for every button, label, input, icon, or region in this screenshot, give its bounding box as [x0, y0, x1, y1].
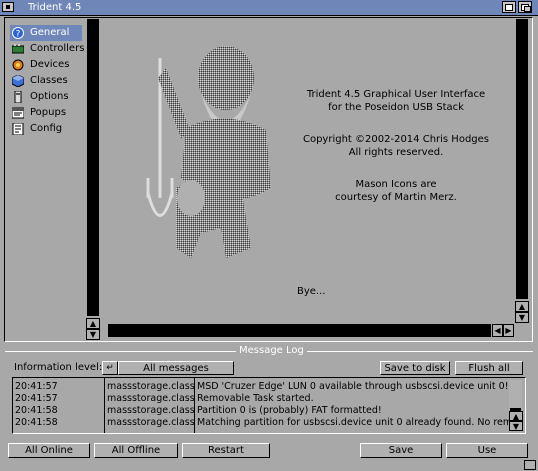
sidebar-item-label: Controllers: [30, 43, 85, 54]
list-item[interactable]: 20:41:57 massstorage.class MSD 'Cruzer E…: [13, 381, 509, 393]
config-icon: [12, 122, 24, 136]
log-message: MSD 'Cruzer Edge' LUN 0 available throug…: [197, 381, 509, 392]
svg-text:?: ?: [16, 30, 21, 40]
about-line-3: Copyright ©2002-2014 Chris Hodges: [302, 134, 490, 145]
message-log-title: Message Log: [236, 345, 307, 356]
poseidon-statue-image: [146, 46, 271, 258]
save-to-disk-button[interactable]: Save to disk: [380, 361, 450, 375]
sidebar: ? General Controllers Devices Classes Op…: [8, 23, 84, 138]
devices-icon: [12, 59, 24, 71]
all-online-button[interactable]: All Online: [8, 443, 90, 458]
log-time: 20:41:58: [15, 405, 58, 416]
scroll-down-icon[interactable]: ▼: [515, 312, 529, 323]
about-line-1: Trident 4.5 Graphical User Interface: [306, 89, 486, 100]
all-offline-button[interactable]: All Offline: [94, 443, 178, 458]
scroll-down-icon[interactable]: ▼: [509, 421, 523, 431]
log-time: 20:41:58: [15, 417, 58, 428]
info-level-label: Information level:: [14, 362, 103, 373]
restart-button[interactable]: Restart: [182, 443, 270, 458]
question-icon: ?: [12, 27, 24, 40]
sidebar-item-label: Classes: [30, 75, 68, 86]
sidebar-item-devices[interactable]: Devices: [10, 57, 82, 73]
sidebar-item-label: Popups: [30, 107, 67, 118]
content-vertical-scrollbar[interactable]: ▲ ▼: [514, 18, 530, 342]
scroll-down-icon[interactable]: ▼: [86, 329, 100, 340]
scroll-up-icon[interactable]: ▲: [515, 301, 529, 312]
sidebar-item-controllers[interactable]: Controllers: [10, 41, 85, 57]
log-time: 20:41:57: [15, 393, 58, 404]
about-text: Trident 4.5 Graphical User Interface for…: [296, 88, 496, 204]
about-line-6: courtesy of Martin Merz.: [335, 192, 457, 203]
about-panel: Trident 4.5 Graphical User Interface for…: [101, 18, 514, 322]
log-source: massstorage.class: [107, 393, 195, 404]
sidebar-item-config[interactable]: Config: [10, 121, 82, 137]
popups-icon: [11, 107, 25, 119]
save-button[interactable]: Save: [360, 443, 442, 458]
use-button[interactable]: Use: [446, 443, 528, 458]
scroll-right-icon[interactable]: ▶: [503, 324, 514, 337]
about-line-4: All rights reserved.: [348, 147, 444, 158]
close-gadget-icon[interactable]: [2, 2, 14, 12]
options-icon: [12, 90, 24, 104]
depth-gadget-icon[interactable]: [518, 1, 532, 13]
log-message: Matching partition for usbscsi.device un…: [197, 417, 513, 428]
controller-icon: [11, 43, 25, 55]
zoom-gadget-icon[interactable]: [502, 1, 516, 13]
info-level-select[interactable]: All messages: [118, 361, 234, 375]
log-time: 20:41:57: [15, 381, 58, 392]
list-item[interactable]: 20:41:57 massstorage.class Removable Tas…: [13, 393, 507, 405]
sidebar-item-label: Options: [30, 91, 69, 102]
classes-icon: [11, 74, 25, 88]
sidebar-item-label: Devices: [30, 59, 70, 70]
log-source: massstorage.class: [107, 381, 195, 392]
sidebar-item-popups[interactable]: Popups: [10, 105, 82, 121]
title-bar[interactable]: Trident 4.5: [0, 0, 538, 16]
about-line-5: Mason Icons are: [355, 179, 437, 190]
list-item[interactable]: 20:41:58 massstorage.class Partition 0 i…: [13, 405, 507, 417]
resize-handle-icon[interactable]: [524, 460, 536, 470]
bye-text: Bye...: [297, 286, 326, 297]
sidebar-item-classes[interactable]: Classes: [10, 73, 82, 89]
message-log-scrollbar[interactable]: ▲ ▼: [507, 378, 525, 433]
log-source: massstorage.class: [107, 405, 195, 416]
list-item[interactable]: 20:41:58 massstorage.class Matching part…: [13, 417, 512, 429]
cycle-icon[interactable]: ↵: [102, 361, 118, 375]
sidebar-scrollbar[interactable]: ▲ ▼: [85, 18, 101, 342]
scroll-up-icon[interactable]: ▲: [509, 411, 523, 421]
content-horizontal-scrollbar[interactable]: [108, 324, 491, 337]
about-line-2: for the Poseidon USB Stack: [328, 102, 464, 113]
sidebar-item-options[interactable]: Options: [10, 89, 82, 105]
log-source: massstorage.class: [107, 417, 195, 428]
log-message: Partition 0 is (probably) FAT formatted!: [197, 405, 382, 416]
scroll-left-icon[interactable]: ◀: [492, 324, 503, 337]
scroll-up-icon[interactable]: ▲: [86, 318, 100, 329]
flush-all-button[interactable]: Flush all: [455, 361, 523, 375]
sidebar-item-general[interactable]: ? General: [10, 25, 82, 41]
window-title: Trident 4.5: [28, 2, 82, 13]
message-log-list[interactable]: 20:41:57 massstorage.class MSD 'Cruzer E…: [13, 378, 512, 433]
sidebar-item-label: Config: [30, 123, 63, 134]
log-message: Removable Task started.: [197, 393, 314, 404]
sidebar-item-label: General: [30, 27, 70, 38]
